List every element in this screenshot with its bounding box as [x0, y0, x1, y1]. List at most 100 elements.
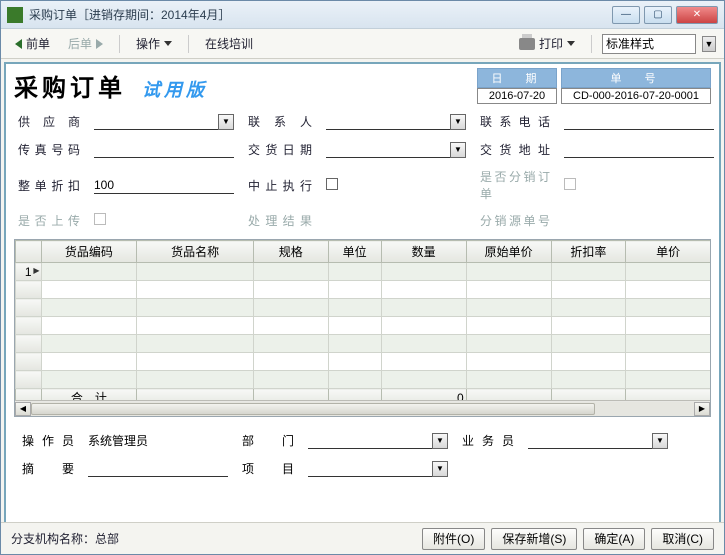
- cell[interactable]: [328, 353, 381, 371]
- cell[interactable]: [137, 281, 254, 299]
- style-dropdown-button[interactable]: ▼: [702, 36, 716, 52]
- cell[interactable]: [381, 281, 466, 299]
- horizontal-scrollbar[interactable]: ◀ ▶: [15, 400, 710, 416]
- cell[interactable]: [328, 263, 381, 281]
- cell[interactable]: [466, 335, 551, 353]
- cell[interactable]: [137, 299, 254, 317]
- table-row[interactable]: [16, 299, 712, 317]
- cell[interactable]: [137, 263, 254, 281]
- cell[interactable]: [466, 317, 551, 335]
- cell[interactable]: [466, 299, 551, 317]
- table-row[interactable]: [16, 371, 712, 389]
- dropdown-button[interactable]: ▼: [432, 461, 448, 477]
- operate-menu[interactable]: 操作: [130, 33, 178, 54]
- cell[interactable]: [328, 299, 381, 317]
- fax-input[interactable]: [94, 140, 234, 158]
- cell[interactable]: [254, 317, 328, 335]
- project-input[interactable]: [308, 459, 432, 477]
- attach-button[interactable]: 附件(O): [422, 528, 485, 550]
- cell[interactable]: [254, 299, 328, 317]
- cell[interactable]: [254, 281, 328, 299]
- next-record-button[interactable]: 后单: [62, 33, 109, 54]
- cell[interactable]: [254, 371, 328, 389]
- cell[interactable]: [254, 263, 328, 281]
- row-index[interactable]: [16, 281, 42, 299]
- table-row[interactable]: [16, 281, 712, 299]
- deliver-date-input[interactable]: [326, 140, 450, 158]
- dropdown-button[interactable]: ▼: [450, 114, 466, 130]
- cell[interactable]: [137, 317, 254, 335]
- save-new-button[interactable]: 保存新增(S): [491, 528, 577, 550]
- cell[interactable]: [254, 335, 328, 353]
- contact-input[interactable]: [326, 112, 450, 130]
- dropdown-button[interactable]: ▼: [432, 433, 448, 449]
- cell[interactable]: [626, 371, 711, 389]
- cell[interactable]: [551, 299, 625, 317]
- col-header[interactable]: 单价: [626, 241, 711, 263]
- col-header[interactable]: 折扣率: [551, 241, 625, 263]
- cell[interactable]: [137, 353, 254, 371]
- contact-combo[interactable]: ▼: [326, 112, 466, 130]
- supplier-input[interactable]: [94, 112, 218, 130]
- cell[interactable]: [381, 353, 466, 371]
- table-row[interactable]: [16, 317, 712, 335]
- cell[interactable]: [41, 335, 137, 353]
- deliver-addr-input[interactable]: [564, 140, 714, 158]
- cell[interactable]: [328, 281, 381, 299]
- summary-input[interactable]: [88, 459, 228, 477]
- scroll-thumb[interactable]: [31, 403, 595, 415]
- dept-input[interactable]: [308, 431, 432, 449]
- row-index[interactable]: [16, 335, 42, 353]
- table-row[interactable]: [16, 353, 712, 371]
- col-header[interactable]: 数量: [381, 241, 466, 263]
- cell[interactable]: [41, 317, 137, 335]
- cell[interactable]: [466, 263, 551, 281]
- cell[interactable]: [466, 371, 551, 389]
- cancel-button[interactable]: 取消(C): [651, 528, 714, 550]
- ok-button[interactable]: 确定(A): [583, 528, 645, 550]
- cell[interactable]: [328, 371, 381, 389]
- cell[interactable]: [466, 353, 551, 371]
- cell[interactable]: [41, 299, 137, 317]
- cell[interactable]: [328, 335, 381, 353]
- row-index[interactable]: [16, 371, 42, 389]
- col-header[interactable]: 规格: [254, 241, 328, 263]
- dropdown-button[interactable]: ▼: [450, 142, 466, 158]
- cell[interactable]: [551, 263, 625, 281]
- cell[interactable]: [137, 335, 254, 353]
- row-index[interactable]: [16, 317, 42, 335]
- dept-combo[interactable]: ▼: [308, 431, 448, 449]
- cell[interactable]: [41, 263, 137, 281]
- scroll-right-button[interactable]: ▶: [694, 402, 710, 416]
- discount-input[interactable]: [94, 176, 234, 194]
- cell[interactable]: [328, 317, 381, 335]
- cell[interactable]: [626, 353, 711, 371]
- phone-input[interactable]: [564, 112, 714, 130]
- cell[interactable]: [626, 263, 711, 281]
- row-index[interactable]: [16, 353, 42, 371]
- maximize-button[interactable]: ▢: [644, 6, 672, 24]
- deliver-date-combo[interactable]: ▼: [326, 140, 466, 158]
- col-header[interactable]: 货品编码: [41, 241, 137, 263]
- cell[interactable]: [551, 353, 625, 371]
- cell[interactable]: [41, 353, 137, 371]
- cell[interactable]: [551, 281, 625, 299]
- sales-input[interactable]: [528, 431, 652, 449]
- cell[interactable]: [551, 317, 625, 335]
- cell[interactable]: [137, 371, 254, 389]
- style-select[interactable]: 标准样式: [602, 34, 696, 54]
- sales-combo[interactable]: ▼: [528, 431, 668, 449]
- line-items-table[interactable]: 货品编码 货品名称 规格 单位 数量 原始单价 折扣率 单价 税率 1 合 计 …: [14, 239, 711, 417]
- dropdown-button[interactable]: ▼: [218, 114, 234, 130]
- cell[interactable]: [381, 371, 466, 389]
- row-index[interactable]: [16, 299, 42, 317]
- col-header[interactable]: 货品名称: [137, 241, 254, 263]
- cell[interactable]: [41, 281, 137, 299]
- cell[interactable]: [41, 371, 137, 389]
- table-row[interactable]: [16, 335, 712, 353]
- table-row[interactable]: 1: [16, 263, 712, 281]
- print-menu[interactable]: 打印: [513, 33, 581, 54]
- cell[interactable]: [381, 335, 466, 353]
- project-combo[interactable]: ▼: [308, 459, 448, 477]
- cell[interactable]: [254, 353, 328, 371]
